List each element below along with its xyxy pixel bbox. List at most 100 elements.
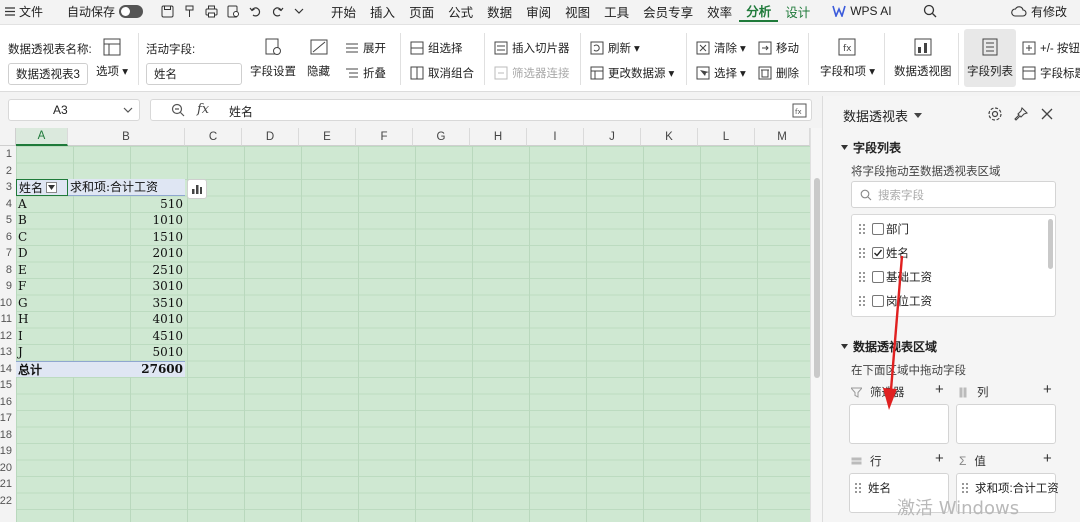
undo-icon[interactable] [244,0,266,22]
pivot-value-header-cell[interactable]: 求和项:合计工资 [68,179,185,196]
autosave-toggle[interactable]: 自动保存 [62,0,148,22]
row-header[interactable]: 7 [0,245,16,262]
tab-formulas[interactable]: 公式 [441,0,480,22]
pivot-row-value[interactable]: 1510 [68,229,183,246]
row-header[interactable]: 19 [0,443,16,460]
field-checkbox[interactable] [872,271,884,283]
row-header[interactable]: 21 [0,476,16,493]
print-icon[interactable] [200,0,222,22]
column-header-f[interactable]: F [356,128,413,146]
row-header[interactable]: 22 [0,493,16,510]
pivot-total-value[interactable]: 27600 [68,360,185,377]
save-icon[interactable] [156,0,178,22]
clear-button[interactable]: 清除 ▾ [696,40,746,56]
field-settings-button[interactable]: 字段设置 [250,25,296,79]
column-header-e[interactable]: E [299,128,356,146]
row-header[interactable]: 8 [0,262,16,279]
insert-slicer-button[interactable]: 插入切片器 [494,40,570,56]
name-box[interactable]: A3 [8,99,140,121]
select-all-corner[interactable] [0,128,16,146]
tab-member[interactable]: 会员专享 [636,0,700,22]
pivot-row-value[interactable]: 2010 [68,245,183,262]
pivot-row-label[interactable]: G [18,295,28,312]
tab-design[interactable]: 设计 [778,0,817,22]
change-source-button[interactable]: 更改数据源 ▾ [590,65,674,81]
zoom-magnifier-icon[interactable] [171,103,185,117]
drag-handle-icon[interactable] [858,223,866,235]
pivot-row-label[interactable]: I [18,328,23,345]
row-header[interactable]: 17 [0,410,16,427]
move-button[interactable]: 移动 [758,40,799,56]
expand-button[interactable]: 展开 [345,40,386,56]
tab-view[interactable]: 视图 [558,0,597,22]
refresh-button[interactable]: 刷新 ▾ [590,40,640,56]
pivot-row-value[interactable]: 5010 [68,344,183,361]
options-button[interactable]: 选项 ▾ [96,25,128,79]
field-search-input[interactable]: 搜索字段 [851,181,1056,208]
pivot-row-label[interactable]: J [18,344,23,361]
row-header[interactable]: 18 [0,427,16,444]
tab-efficiency[interactable]: 效率 [700,0,739,22]
row-header[interactable]: 3 [0,179,16,196]
field-list-button[interactable]: 字段列表 [964,29,1016,87]
active-field-input[interactable]: 姓名 [146,63,242,85]
collapse-button[interactable]: 折叠 [345,65,386,81]
pivot-row-label[interactable]: F [18,278,26,295]
column-header-m[interactable]: M [755,128,810,146]
field-list-scrollbar[interactable] [1048,219,1053,269]
field-headers-toggle[interactable]: 字段标题 [1022,65,1080,81]
row-header[interactable]: 1 [0,146,16,163]
drag-handle-icon[interactable] [858,271,866,283]
pivot-row-value[interactable]: 3010 [68,278,183,295]
tab-analyze[interactable]: 分析 [739,0,779,22]
select-button[interactable]: 选择 ▾ [696,65,746,81]
quick-access-dropdown-icon[interactable] [288,0,310,22]
scrollbar-thumb[interactable] [814,178,820,378]
column-header-h[interactable]: H [470,128,527,146]
areas-section-title[interactable]: 数据透视表区域 [841,338,937,355]
row-header[interactable]: 13 [0,344,16,361]
delete-button[interactable]: 删除 [758,65,799,81]
drag-handle-icon[interactable] [858,247,866,259]
column-drop-zone[interactable] [956,404,1056,444]
row-header[interactable]: 11 [0,311,16,328]
row-field-chip[interactable]: 姓名 [854,480,891,496]
field-item-base-salary[interactable]: 基础工资 [858,267,932,287]
pivot-row-value[interactable]: 510 [68,196,183,213]
pivot-row-value[interactable]: 2510 [68,262,183,279]
column-header-a[interactable]: A [16,128,68,146]
pivot-row-header-cell[interactable]: 姓名 [16,179,68,196]
tab-data[interactable]: 数据 [480,0,519,22]
column-header-g[interactable]: G [413,128,470,146]
row-header[interactable]: 5 [0,212,16,229]
field-item-department[interactable]: 部门 [858,219,909,239]
filter-dropdown-icon[interactable] [46,181,58,193]
filter-drop-zone[interactable] [849,404,949,444]
spreadsheet-area[interactable]: A B C D E F G H I J K L M 1 2 3 4 5 6 7 … [0,128,822,522]
plus-minus-buttons-toggle[interactable]: +/- 按钮 [1022,40,1080,56]
tab-home[interactable]: 开始 [324,0,363,22]
pane-title[interactable]: 数据透视表 [843,106,923,125]
field-checkbox-checked[interactable] [872,247,884,259]
filter-connections-button[interactable]: 筛选器连接 [494,65,570,81]
tab-tools[interactable]: 工具 [597,0,636,22]
file-menu[interactable]: 文件 [0,0,48,22]
pivot-name-input[interactable]: 数据透视表3 [8,63,88,85]
row-header[interactable]: 2 [0,163,16,180]
pivot-row-label[interactable]: A [18,196,27,213]
drag-handle-icon[interactable] [961,482,969,494]
ungroup-button[interactable]: 取消组合 [410,65,474,81]
group-selection-button[interactable]: 组选择 [410,40,463,56]
column-header-i[interactable]: I [527,128,584,146]
tab-review[interactable]: 审阅 [519,0,558,22]
add-value-icon[interactable]: + [1043,450,1052,467]
row-header[interactable]: 15 [0,377,16,394]
row-header[interactable]: 4 [0,196,16,213]
field-checkbox[interactable] [872,295,884,307]
column-header-k[interactable]: K [641,128,698,146]
vertical-scrollbar[interactable] [810,128,822,522]
cloud-status[interactable]: 有修改 [1006,0,1072,22]
print-preview-icon[interactable] [222,0,244,22]
drag-handle-icon[interactable] [854,482,862,494]
field-item-name[interactable]: 姓名 [858,243,909,263]
